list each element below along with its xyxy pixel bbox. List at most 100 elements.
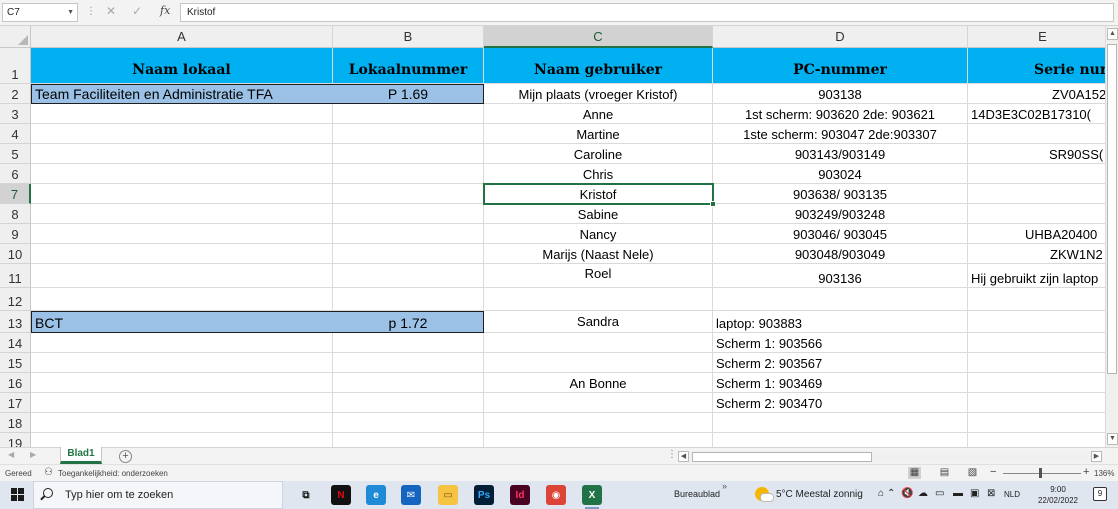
cell-c6[interactable]: Chris bbox=[484, 164, 713, 184]
cell-a12[interactable] bbox=[31, 288, 333, 311]
tab-split-handle-icon[interactable]: ⋮ bbox=[667, 449, 677, 460]
vertical-scroll-thumb[interactable] bbox=[1107, 44, 1117, 374]
cell-d15[interactable]: Scherm 2: 903567 bbox=[713, 353, 968, 373]
indesign-icon[interactable]: Id bbox=[510, 485, 530, 505]
cell-a16[interactable] bbox=[31, 373, 333, 393]
row-header-17[interactable]: 17 bbox=[0, 393, 31, 413]
row-header-5[interactable]: 5 bbox=[0, 144, 31, 164]
cell-c16[interactable]: An Bonne bbox=[484, 373, 713, 393]
cell-b11[interactable] bbox=[333, 264, 484, 288]
cell-c7[interactable]: Kristof bbox=[484, 184, 713, 204]
cell-a10[interactable] bbox=[31, 244, 333, 264]
cancel-icon[interactable]: ✕ bbox=[106, 4, 116, 18]
cell-e12[interactable] bbox=[968, 288, 1105, 311]
chevron-up-icon[interactable]: ⌃ bbox=[887, 488, 895, 499]
cell-b12[interactable] bbox=[333, 288, 484, 311]
cell-e16[interactable] bbox=[968, 373, 1105, 393]
cell-c15[interactable] bbox=[484, 353, 713, 373]
cell-a8[interactable] bbox=[31, 204, 333, 224]
cell-a1[interactable]: Naam lokaal bbox=[31, 48, 333, 84]
cell-a19[interactable] bbox=[31, 433, 333, 447]
cell-d16[interactable]: Scherm 1: 903469 bbox=[713, 373, 968, 393]
cell-d1[interactable]: PC-nummer bbox=[713, 48, 968, 84]
cell-a14[interactable] bbox=[31, 333, 333, 353]
zoom-slider[interactable] bbox=[1003, 473, 1081, 474]
row-header-7[interactable]: 7 bbox=[0, 184, 31, 204]
cell-c17[interactable] bbox=[484, 393, 713, 413]
confirm-icon[interactable]: ✓ bbox=[132, 4, 142, 18]
page-layout-view-icon[interactable]: ▤ bbox=[938, 467, 951, 479]
photoshop-icon[interactable]: Ps bbox=[474, 485, 494, 505]
cell-b13[interactable]: p 1.72 bbox=[333, 311, 484, 333]
horizontal-scroll-thumb[interactable] bbox=[692, 452, 872, 462]
cell-d7[interactable]: 903638/ 903135 bbox=[713, 184, 968, 204]
cell-c1[interactable]: Naam gebruiker bbox=[484, 48, 713, 84]
cloud-icon[interactable]: ☁ bbox=[918, 488, 928, 499]
column-header-e[interactable]: E bbox=[968, 26, 1105, 48]
scroll-up-icon[interactable]: ▲ bbox=[1107, 28, 1118, 40]
cell-e19[interactable] bbox=[968, 433, 1105, 447]
weather-icon[interactable] bbox=[755, 487, 774, 502]
worksheet-grid[interactable]: A B C D E 1 2 3 4 5 6 7 8 9 10 11 12 13 … bbox=[0, 26, 1105, 447]
row-header-3[interactable]: 3 bbox=[0, 104, 31, 124]
network-icon[interactable]: ▭ bbox=[935, 488, 944, 499]
file-explorer-icon[interactable]: ▭ bbox=[438, 485, 458, 505]
select-all-corner[interactable] bbox=[0, 26, 31, 48]
zoom-level[interactable]: 136% bbox=[1094, 469, 1114, 478]
cell-e18[interactable] bbox=[968, 413, 1105, 433]
cell-b1[interactable]: Lokaalnummer bbox=[333, 48, 484, 84]
add-sheet-icon[interactable]: + bbox=[119, 450, 132, 463]
taskbar-search-box[interactable]: Typ hier om te zoeken bbox=[33, 481, 283, 509]
chrome-icon[interactable]: ◉ bbox=[546, 485, 566, 505]
cell-c4[interactable]: Martine bbox=[484, 124, 713, 144]
name-box[interactable]: C7 ▼ bbox=[2, 3, 78, 22]
cell-b2[interactable]: P 1.69 bbox=[333, 84, 484, 104]
vertical-scrollbar[interactable]: ▲ ▼ bbox=[1105, 26, 1118, 447]
cell-c8[interactable]: Sabine bbox=[484, 204, 713, 224]
row-header-14[interactable]: 14 bbox=[0, 333, 31, 353]
zoom-in-icon[interactable]: + bbox=[1083, 466, 1089, 478]
cell-a6[interactable] bbox=[31, 164, 333, 184]
task-view-icon[interactable]: ⧉ bbox=[296, 485, 316, 505]
row-header-1[interactable]: 1 bbox=[0, 48, 31, 84]
cell-d5[interactable]: 903143/903149 bbox=[713, 144, 968, 164]
people-icon[interactable]: ⌂ bbox=[878, 488, 884, 499]
cell-e7[interactable] bbox=[968, 184, 1105, 204]
row-header-11[interactable]: 11 bbox=[0, 264, 31, 288]
row-header-2[interactable]: 2 bbox=[0, 84, 31, 104]
cell-b4[interactable] bbox=[333, 124, 484, 144]
cell-d13[interactable]: laptop: 903883 bbox=[713, 311, 968, 333]
cell-b3[interactable] bbox=[333, 104, 484, 124]
taskbar-clock[interactable]: 9:00 22/02/2022 bbox=[1030, 484, 1086, 506]
cell-e5[interactable]: SR90SS( bbox=[968, 144, 1105, 164]
cell-b5[interactable] bbox=[333, 144, 484, 164]
formula-input[interactable]: Kristof bbox=[180, 3, 1114, 22]
cell-a18[interactable] bbox=[31, 413, 333, 433]
cell-b15[interactable] bbox=[333, 353, 484, 373]
cell-e1[interactable]: Serie nur bbox=[968, 48, 1105, 84]
cell-c18[interactable] bbox=[484, 413, 713, 433]
cell-d9[interactable]: 903046/ 903045 bbox=[713, 224, 968, 244]
page-break-view-icon[interactable]: ▧ bbox=[966, 467, 979, 479]
volume-muted-icon[interactable]: 🔇 bbox=[901, 488, 913, 499]
cell-e9[interactable]: UHBA20400 bbox=[968, 224, 1105, 244]
cell-d18[interactable] bbox=[713, 413, 968, 433]
sheet-tab-blad1[interactable]: Blad1 bbox=[60, 447, 102, 464]
cell-e3[interactable]: 14D3E3C02B17310( bbox=[968, 104, 1105, 124]
scroll-left-icon[interactable]: ◀ bbox=[678, 451, 689, 462]
cell-d10[interactable]: 903048/903049 bbox=[713, 244, 968, 264]
cell-b14[interactable] bbox=[333, 333, 484, 353]
cell-b7[interactable] bbox=[333, 184, 484, 204]
row-header-6[interactable]: 6 bbox=[0, 164, 31, 184]
cell-b17[interactable] bbox=[333, 393, 484, 413]
cell-d11[interactable]: 903136 bbox=[713, 264, 968, 288]
cell-b9[interactable] bbox=[333, 224, 484, 244]
security-icon[interactable]: ⊠ bbox=[987, 488, 995, 499]
cell-c11[interactable]: Roel bbox=[484, 264, 713, 288]
cell-a11[interactable] bbox=[31, 264, 333, 288]
cell-e11[interactable]: Hij gebruikt zijn laptop bbox=[968, 264, 1105, 288]
cell-d6[interactable]: 903024 bbox=[713, 164, 968, 184]
cell-a2[interactable]: Team Faciliteiten en Administratie TFA bbox=[31, 84, 333, 104]
cell-d14[interactable]: Scherm 1: 903566 bbox=[713, 333, 968, 353]
normal-view-icon[interactable]: ▦ bbox=[908, 467, 921, 479]
